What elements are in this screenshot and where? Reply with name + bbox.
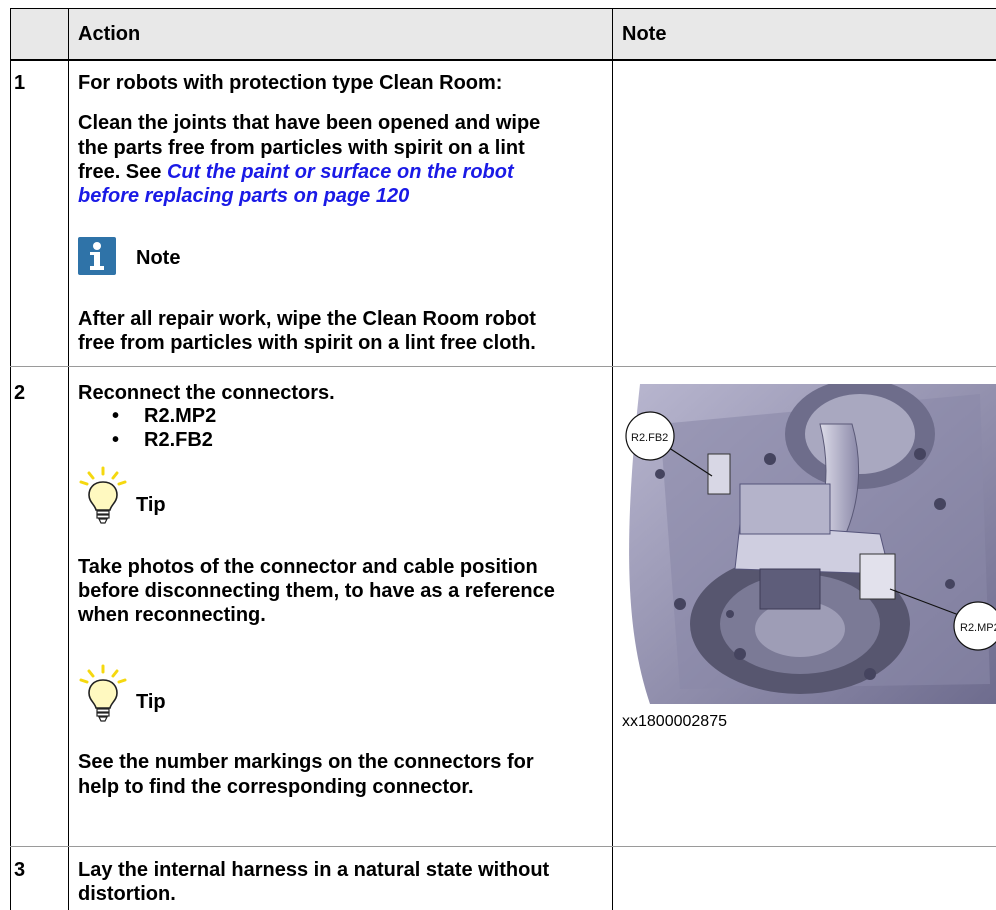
lightbulb-icon: [79, 664, 127, 722]
tip-text: before disconnecting them, to have as a …: [78, 580, 555, 602]
row-number: 1: [14, 72, 26, 94]
robot-connector-figure: R2.FB2 R2.MP2: [620, 384, 996, 704]
header-bottom-border: [10, 59, 996, 61]
header-note: Note: [622, 23, 667, 45]
list-item: • R2.MP2: [112, 405, 217, 427]
action-line: Clean the joints that have been opened a…: [78, 112, 541, 134]
tip-title: Tip: [136, 494, 166, 516]
tip-text: when reconnecting.: [78, 604, 266, 626]
note-title: Note: [136, 247, 181, 269]
note-text: free from particles with spirit on a lin…: [78, 332, 536, 354]
list-item: • R2.FB2: [112, 429, 213, 451]
row-divider-1: [10, 366, 996, 367]
action-text: Reconnect the connectors.: [78, 382, 335, 404]
table-top-border: [10, 8, 996, 9]
callout-r2-fb2: R2.FB2: [631, 432, 668, 444]
tip-text: See the number markings on the connector…: [78, 751, 534, 773]
header-action: Action: [78, 23, 141, 45]
tip-title: Tip: [136, 691, 166, 713]
figure-caption: xx1800002875: [622, 713, 727, 730]
tip-text: help to find the corresponding connector…: [78, 776, 474, 798]
action-text: Lay the internal harness in a natural st…: [78, 859, 550, 881]
lightbulb-icon: [79, 466, 127, 524]
protection-intro: For robots with protection type Clean Ro…: [78, 72, 503, 94]
action-text: distortion.: [78, 883, 176, 905]
cross-reference-link[interactable]: Cut the paint or surface on the robot: [167, 161, 514, 183]
tip-text: Take photos of the connector and cable p…: [78, 556, 538, 578]
row-number: 2: [14, 382, 26, 404]
info-icon: [78, 237, 116, 275]
action-line: free. See Cut the paint or surface on th…: [78, 160, 514, 184]
see-prefix: free. See: [78, 161, 167, 183]
note-text: After all repair work, wipe the Clean Ro…: [78, 308, 536, 330]
column-divider-number: [68, 8, 69, 910]
table-header-background: [10, 8, 996, 60]
cross-reference-link[interactable]: before replacing parts on page 120: [78, 184, 409, 208]
table-left-border: [10, 8, 11, 910]
row-number: 3: [14, 859, 26, 881]
callout-r2-mp2: R2.MP2: [960, 622, 996, 634]
row-divider-2: [10, 846, 996, 847]
column-divider-note: [612, 8, 613, 910]
action-line: the parts free from particles with spiri…: [78, 137, 525, 159]
